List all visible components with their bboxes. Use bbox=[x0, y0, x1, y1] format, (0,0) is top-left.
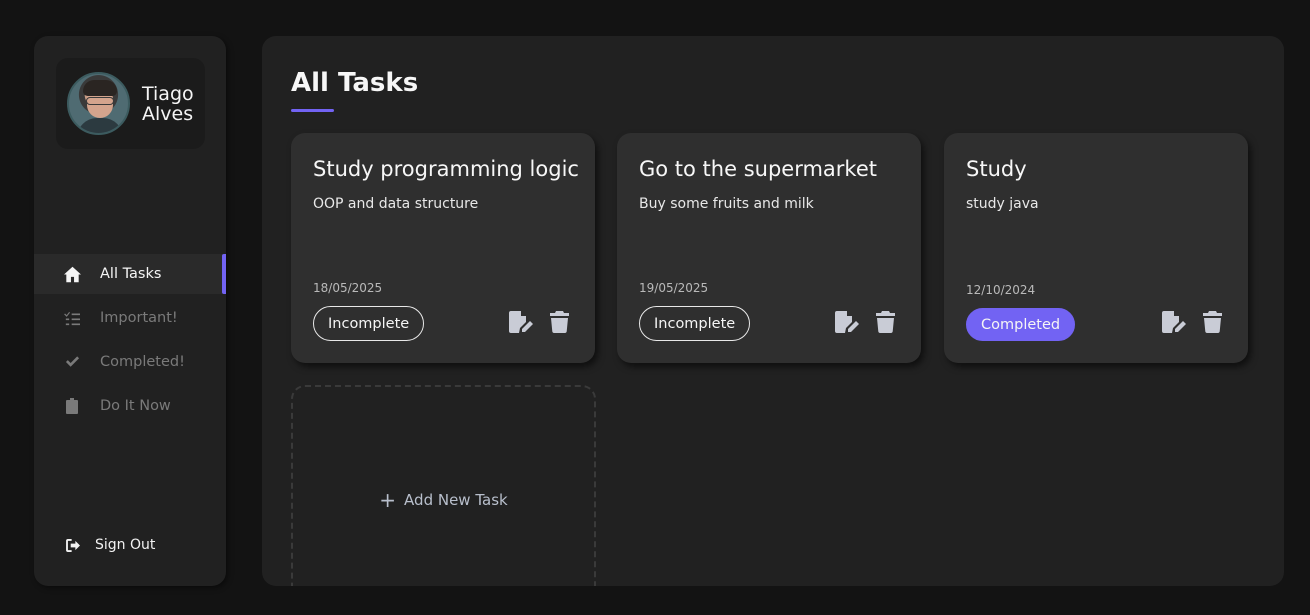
sidebar-item-all-tasks[interactable]: All Tasks bbox=[34, 254, 226, 294]
home-icon bbox=[62, 265, 82, 283]
sidebar: Tiago Alves All Tasks Important! Complet… bbox=[34, 36, 226, 586]
task-actions bbox=[835, 310, 897, 334]
title-underline bbox=[291, 109, 334, 112]
sidebar-item-completed[interactable]: Completed! bbox=[34, 342, 226, 382]
task-date: 18/05/2025 bbox=[313, 281, 383, 295]
task-date: 12/10/2024 bbox=[966, 283, 1036, 297]
edit-icon[interactable] bbox=[835, 310, 859, 334]
sidebar-item-label: Completed! bbox=[100, 354, 185, 370]
trash-icon[interactable] bbox=[1200, 310, 1224, 334]
profile-name: Tiago Alves bbox=[142, 84, 194, 124]
add-task-label: Add New Task bbox=[404, 491, 508, 509]
profile-first-name: Tiago bbox=[142, 82, 194, 105]
status-button[interactable]: Incomplete bbox=[639, 306, 751, 341]
task-title: Study programming logic bbox=[313, 157, 579, 181]
trash-icon[interactable] bbox=[873, 310, 897, 334]
edit-icon[interactable] bbox=[1162, 310, 1186, 334]
sign-out-label: Sign Out bbox=[95, 537, 156, 553]
task-actions bbox=[509, 310, 571, 334]
task-date: 19/05/2025 bbox=[639, 281, 709, 295]
task-description: study java bbox=[966, 196, 1039, 212]
list-check-icon bbox=[62, 309, 82, 327]
sign-out-icon bbox=[66, 538, 81, 552]
main-panel: All Tasks Study programming logic OOP an… bbox=[262, 36, 1284, 586]
add-task-button[interactable]: + Add New Task bbox=[291, 385, 596, 586]
edit-icon[interactable] bbox=[509, 310, 533, 334]
app-root: Tiago Alves All Tasks Important! Complet… bbox=[0, 0, 1310, 615]
sidebar-item-label: Important! bbox=[100, 310, 178, 326]
task-description: OOP and data structure bbox=[313, 196, 479, 212]
task-card: Study study java 12/10/2024 Completed bbox=[944, 133, 1248, 363]
profile-card[interactable]: Tiago Alves bbox=[56, 58, 205, 149]
sidebar-item-do-it-now[interactable]: Do It Now bbox=[34, 386, 226, 426]
clipboard-icon bbox=[62, 397, 82, 415]
sidebar-item-important[interactable]: Important! bbox=[34, 298, 226, 338]
task-title: Study bbox=[966, 157, 1027, 181]
sign-out-button[interactable]: Sign Out bbox=[66, 537, 155, 553]
task-description: Buy some fruits and milk bbox=[639, 196, 814, 212]
plus-icon: + bbox=[379, 488, 397, 512]
task-actions bbox=[1162, 310, 1224, 334]
trash-icon[interactable] bbox=[547, 310, 571, 334]
status-button[interactable]: Completed bbox=[966, 308, 1076, 341]
task-card: Go to the supermarket Buy some fruits an… bbox=[617, 133, 921, 363]
sidebar-item-label: All Tasks bbox=[100, 266, 162, 282]
page-title: All Tasks bbox=[291, 68, 419, 98]
sidebar-nav: All Tasks Important! Completed! Do It No… bbox=[34, 254, 226, 430]
task-title: Go to the supermarket bbox=[639, 157, 877, 181]
status-button[interactable]: Incomplete bbox=[313, 306, 425, 341]
profile-last-name: Alves bbox=[142, 102, 194, 125]
avatar bbox=[67, 72, 130, 135]
check-icon bbox=[62, 353, 82, 371]
sidebar-item-label: Do It Now bbox=[100, 398, 171, 414]
task-card: Study programming logic OOP and data str… bbox=[291, 133, 595, 363]
